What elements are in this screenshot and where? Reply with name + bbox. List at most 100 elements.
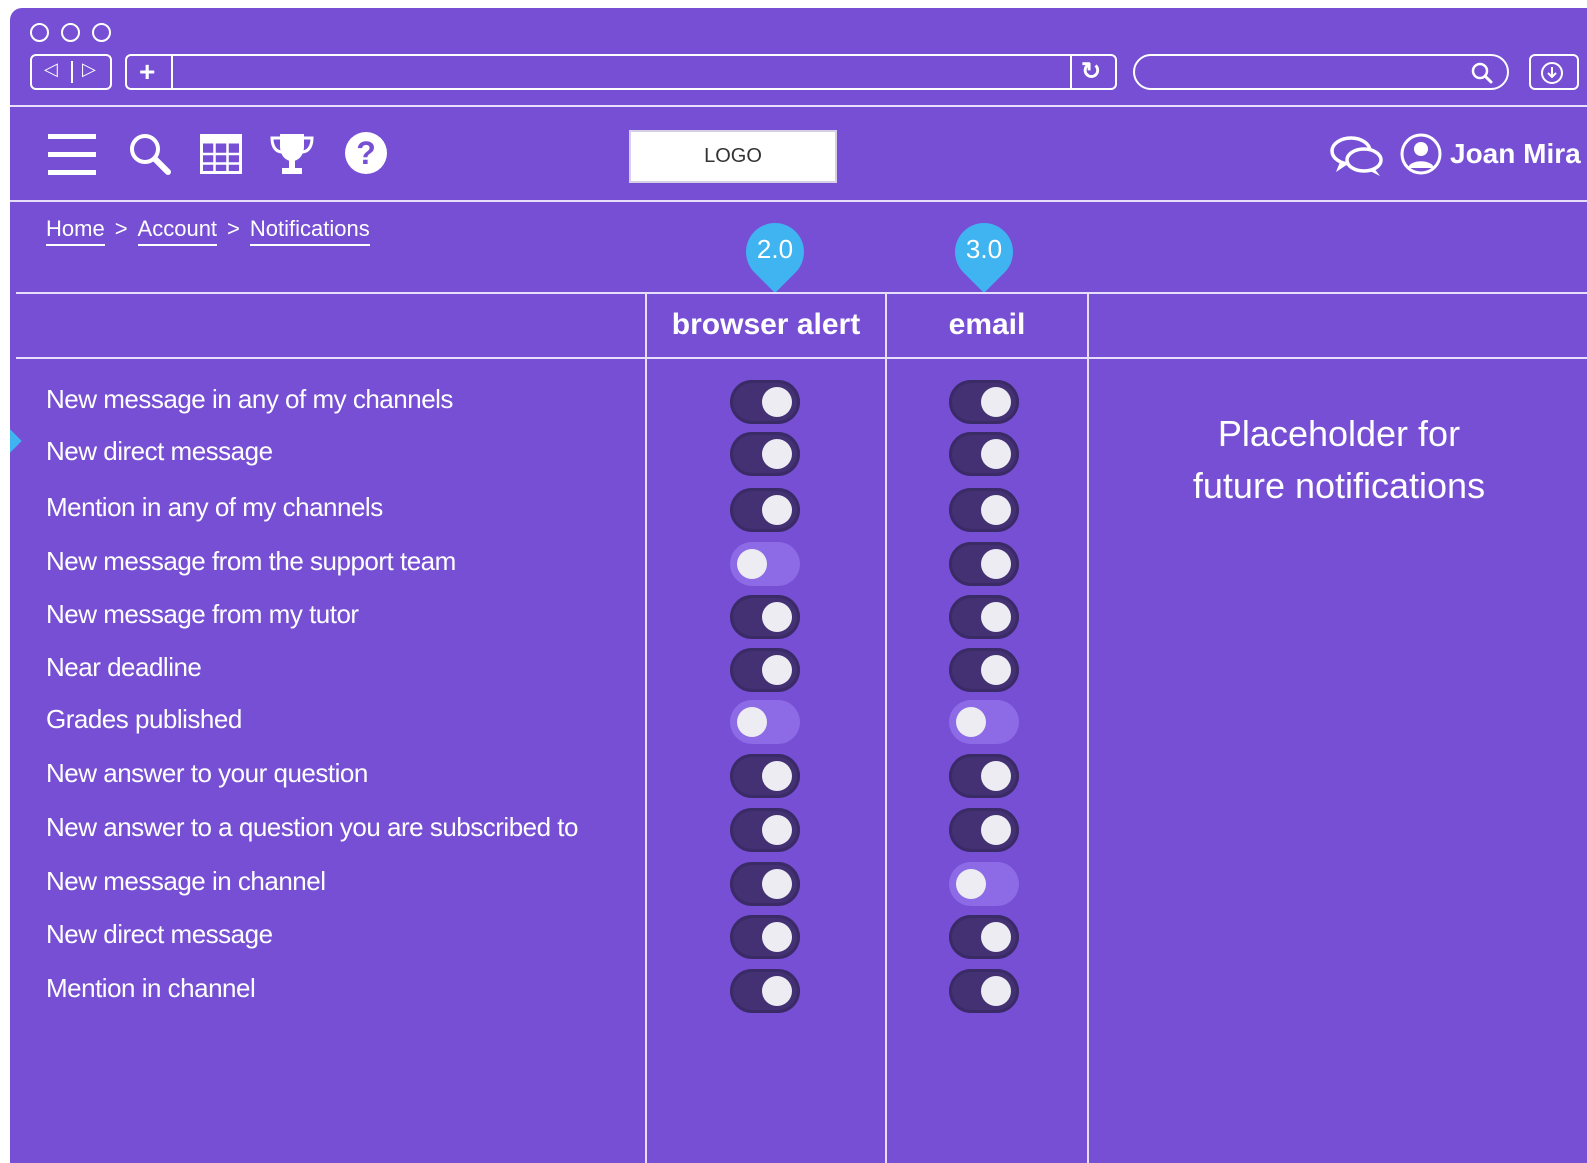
reload-icon[interactable]: ↻ [1081,57,1101,86]
browser-alert-toggle[interactable] [730,754,800,798]
toggle-knob [981,387,1011,417]
email-toggle[interactable] [949,969,1019,1013]
user-name[interactable]: Joan Mira [1450,138,1581,170]
table-header-line [16,357,1587,359]
toggle-knob [762,387,792,417]
version-pin-email-label: 3.0 [965,234,1003,264]
notification-label: New message in channel [46,866,326,896]
back-button[interactable]: ◁ [44,59,58,80]
browser-alert-toggle[interactable] [730,542,800,586]
browser-alert-toggle[interactable] [730,700,800,744]
breadcrumb-separator: > [114,216,128,241]
version-pin-browser-label: 2.0 [756,234,794,264]
forward-button[interactable]: ▷ [82,59,96,80]
toggle-knob [762,869,792,899]
breadcrumb-notifications[interactable]: Notifications [249,216,370,246]
address-divider-left [171,56,173,88]
notification-label: Near deadline [46,652,202,682]
side-marker [10,428,22,454]
toggle-knob [981,549,1011,579]
email-toggle[interactable] [949,700,1019,744]
toggle-knob [981,761,1011,791]
table-top-line [16,292,1587,294]
browser-alert-toggle[interactable] [730,432,800,476]
email-toggle[interactable] [949,432,1019,476]
toggle-knob [981,815,1011,845]
toggle-knob [981,976,1011,1006]
window-close-dot[interactable] [30,23,49,42]
url-input[interactable] [179,60,1059,84]
help-icon[interactable]: ? [345,132,387,174]
toggle-knob [762,815,792,845]
breadcrumb-separator: > [227,216,240,241]
search-icon[interactable] [1470,61,1494,85]
browser-alert-toggle[interactable] [730,488,800,532]
email-toggle[interactable] [949,488,1019,532]
browser-alert-toggle[interactable] [730,808,800,852]
download-icon [1541,62,1563,84]
search-icon[interactable] [128,132,172,176]
column-divider-2 [885,292,887,1163]
toggle-knob [981,495,1011,525]
notification-label: New direct message [46,436,273,466]
avatar-icon[interactable] [1399,132,1443,176]
nav-divider [71,61,73,83]
toggle-knob [762,655,792,685]
placeholder-line-2: future notifications [1192,465,1486,506]
toggle-knob [737,707,767,737]
browser-alert-toggle[interactable] [730,380,800,424]
notification-label: New direct message [46,919,273,949]
toggle-knob [737,549,767,579]
header-divider [10,200,1587,202]
trophy-icon[interactable] [268,130,316,178]
browser-search-input[interactable] [1133,54,1509,90]
browser-window: ◁ ▷ + ↻ ? LOGO Joan Mira Home > Account … [8,6,1587,1163]
address-bar: + ↻ [125,54,1117,90]
toggle-knob [956,869,986,899]
grid-table-icon[interactable] [200,134,242,174]
future-notifications-placeholder: Placeholder for future notifications [1089,408,1587,512]
email-toggle[interactable] [949,595,1019,639]
history-nav: ◁ ▷ [30,54,112,90]
browser-alert-toggle[interactable] [730,915,800,959]
email-toggle[interactable] [949,862,1019,906]
toggle-knob [762,439,792,469]
toggle-knob [762,495,792,525]
breadcrumb: Home > Account > Notifications [46,216,370,246]
chrome-divider [10,105,1587,107]
hamburger-menu-icon[interactable] [48,134,98,176]
logo: LOGO [629,130,837,183]
column-divider-1 [645,292,647,1163]
breadcrumb-home[interactable]: Home [46,216,105,246]
notification-label: New message in any of my channels [46,384,453,414]
toggle-knob [981,922,1011,952]
toggle-knob [762,922,792,952]
browser-alert-toggle[interactable] [730,969,800,1013]
notification-label: New message from my tutor [46,599,359,629]
browser-alert-toggle[interactable] [730,595,800,639]
window-minimize-dot[interactable] [61,23,80,42]
email-toggle[interactable] [949,648,1019,692]
toggle-knob [981,439,1011,469]
chat-icon[interactable] [1330,134,1384,178]
notification-label: New answer to a question you are subscri… [46,812,578,842]
email-toggle[interactable] [949,754,1019,798]
address-divider-right [1070,56,1072,88]
toggle-knob [981,655,1011,685]
email-toggle[interactable] [949,380,1019,424]
column-header-email: email [948,308,1026,341]
email-toggle[interactable] [949,915,1019,959]
toggle-knob [762,761,792,791]
browser-alert-toggle[interactable] [730,648,800,692]
download-button[interactable] [1529,54,1579,90]
toggle-knob [762,976,792,1006]
toggle-knob [762,602,792,632]
notification-label: New answer to your question [46,758,368,788]
browser-alert-toggle[interactable] [730,862,800,906]
new-tab-button[interactable]: + [139,56,155,88]
notification-label: Grades published [46,704,242,734]
breadcrumb-account[interactable]: Account [137,216,218,246]
email-toggle[interactable] [949,542,1019,586]
window-maximize-dot[interactable] [92,23,111,42]
email-toggle[interactable] [949,808,1019,852]
